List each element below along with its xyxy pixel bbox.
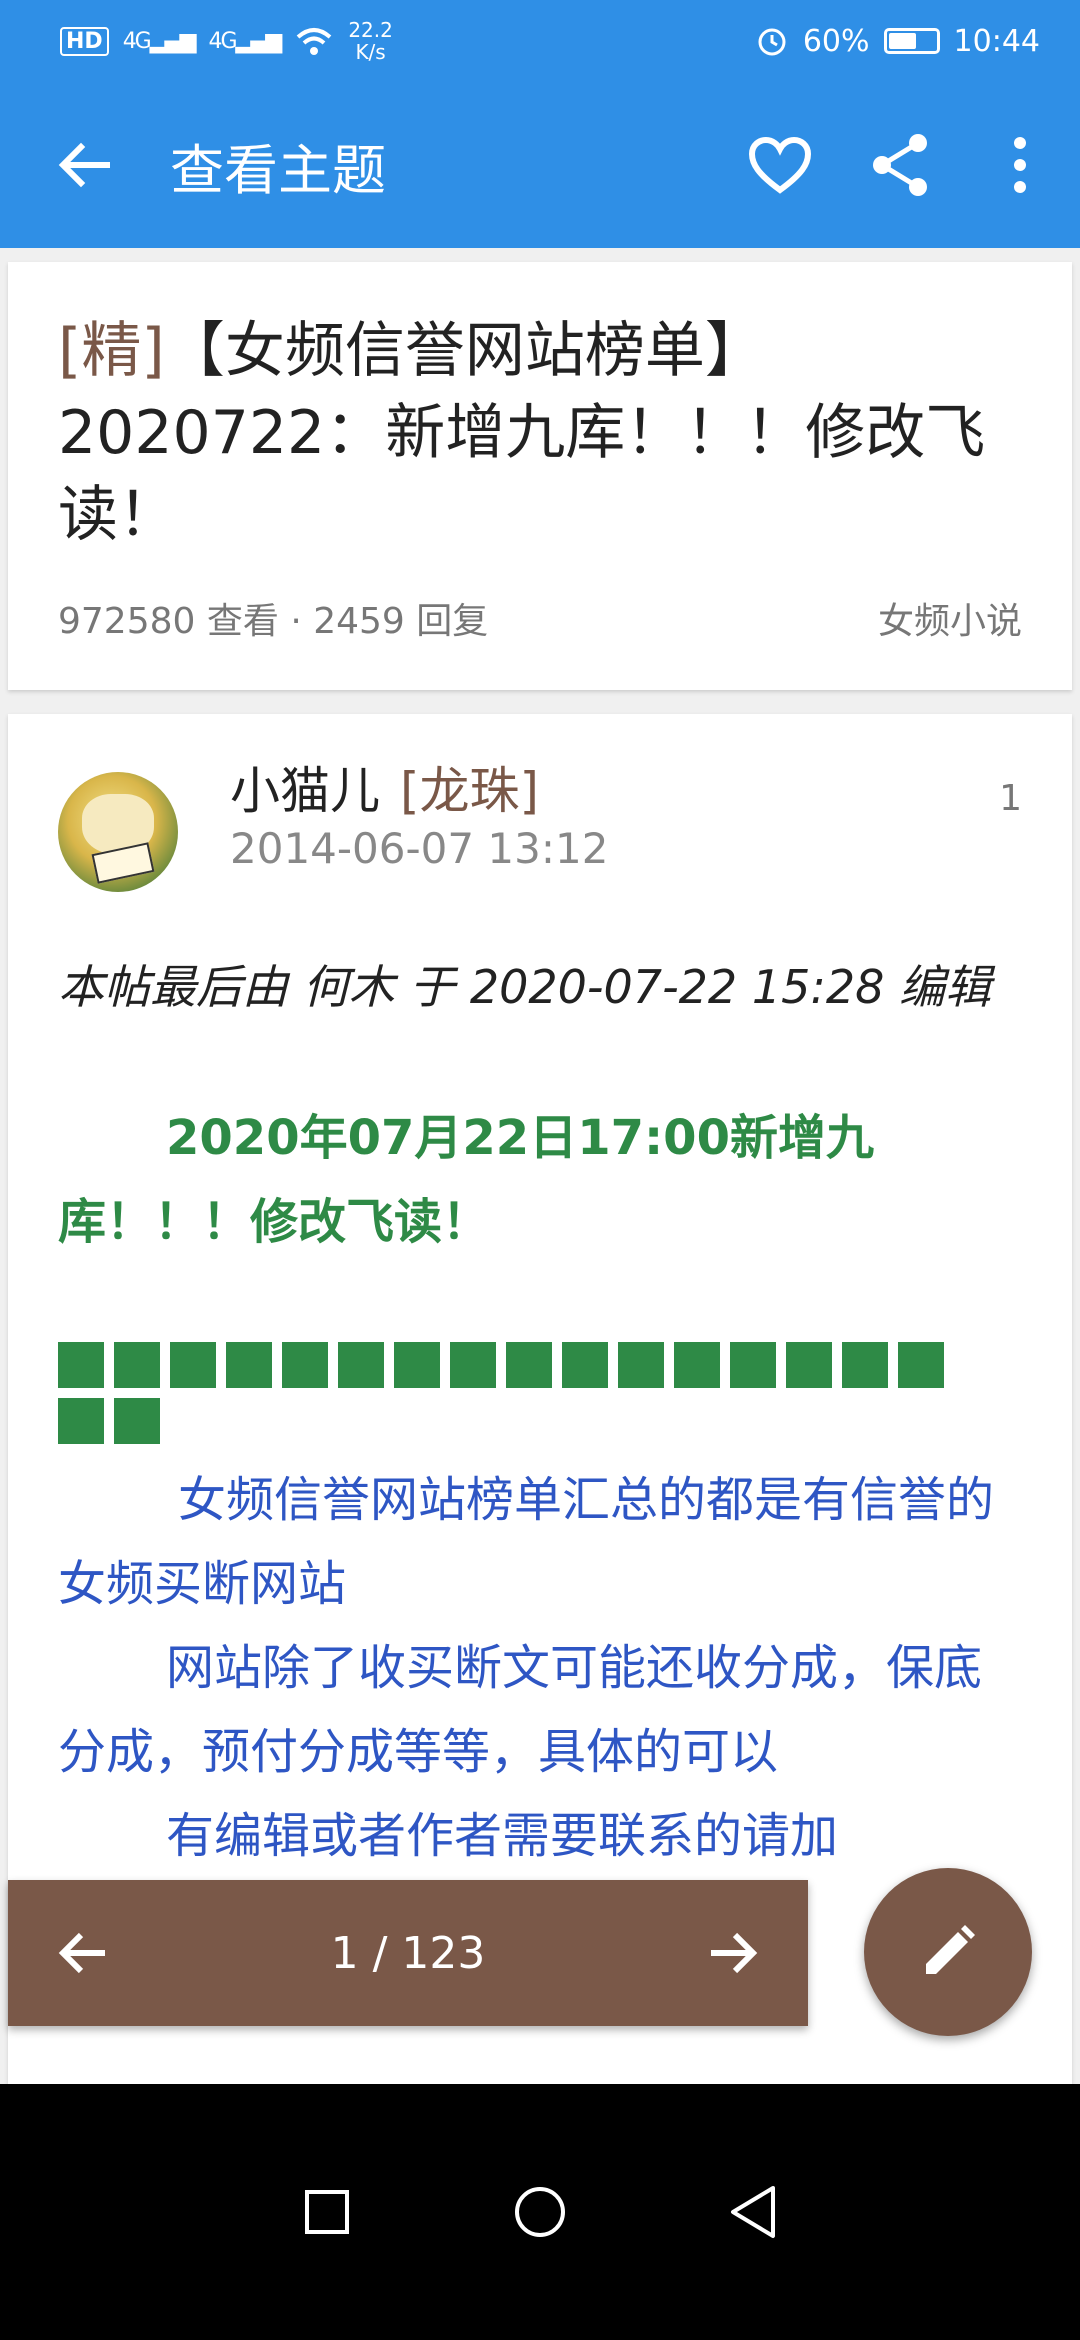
green-square	[674, 1342, 720, 1388]
signal-label-2: 4G	[208, 28, 238, 54]
topic-card: [精]【女频信誉网站榜单】2020722：新增九库！！！修改飞读！ 972580…	[8, 262, 1072, 690]
green-square	[58, 1342, 104, 1388]
wifi-icon	[296, 28, 332, 55]
more-options-button[interactable]	[960, 82, 1080, 248]
topic-stats: 972580 查看 · 2459 回复	[58, 601, 489, 642]
back-triangle-icon	[731, 2186, 776, 2238]
author-name[interactable]: 小猫儿	[230, 762, 380, 820]
network-speed: 22.2 K/s	[348, 19, 393, 63]
green-square	[394, 1342, 440, 1388]
topic-title: [精]【女频信誉网站榜单】2020722：新增九库！！！修改飞读！	[58, 310, 1022, 556]
home-button[interactable]	[490, 2162, 590, 2262]
share-button[interactable]	[840, 82, 960, 248]
topic-meta: 972580 查看 · 2459 回复 女频小说	[58, 592, 1022, 644]
back-button[interactable]	[0, 82, 170, 248]
topic-tag: [精]	[58, 316, 165, 386]
nav-back-button[interactable]	[703, 2162, 803, 2262]
page-title: 查看主题	[170, 138, 386, 202]
speed-value: 22.2	[348, 18, 393, 42]
green-square	[618, 1342, 664, 1388]
back-arrow-icon	[58, 142, 110, 188]
system-nav-bar	[0, 2084, 1080, 2340]
edit-note: 本帖最后由 何木 于 2020-07-22 15:28 编辑	[58, 960, 992, 1014]
next-page-button[interactable]	[658, 1880, 808, 2026]
next-arrow-icon	[711, 1932, 758, 1974]
recents-square-icon	[304, 2190, 349, 2234]
topic-title-text: 【女频信誉网站榜单】2020722：新增九库！！！修改飞读！	[58, 316, 986, 550]
post-date: 2014-06-07 13:12	[230, 824, 609, 873]
green-square	[114, 1342, 160, 1388]
floor-number: 1	[999, 778, 1022, 819]
app-bar: 查看主题	[0, 82, 1080, 248]
pager-bar: 1 / 123	[8, 1880, 808, 2026]
clock: 10:44	[953, 23, 1040, 59]
heart-icon	[748, 136, 812, 194]
recents-button[interactable]	[277, 2162, 377, 2262]
green-square	[450, 1342, 496, 1388]
author-block: 小猫儿 [龙珠] 2014-06-07 13:12	[230, 760, 999, 876]
green-square	[58, 1398, 104, 1444]
forum-link[interactable]: 女频小说	[878, 592, 1022, 644]
home-circle-icon	[514, 2187, 565, 2237]
alarm-icon	[758, 28, 786, 56]
pencil-icon	[926, 1925, 975, 1974]
author-rank: [龙珠]	[400, 762, 540, 820]
status-right: 60% 10:44	[755, 24, 1040, 59]
page-indicator[interactable]: 1 / 123	[331, 1928, 486, 1979]
more-vert-icon	[1014, 137, 1026, 193]
green-square	[226, 1342, 272, 1388]
paragraph: 有编辑或者作者需要联系的请加	[166, 1808, 839, 1864]
green-headline: 2020年07月22日17:00新增九库！！！修改飞读！	[58, 1110, 874, 1250]
battery-percent: 60%	[802, 23, 870, 59]
green-square	[282, 1342, 328, 1388]
paragraph: 网站除了收买断文可能还收分成，保底分成，预付分成等等，具体的可以	[58, 1640, 983, 1780]
green-square	[730, 1342, 776, 1388]
green-square-row	[58, 1342, 998, 1444]
speed-unit: K/s	[355, 40, 386, 64]
green-square	[170, 1342, 216, 1388]
green-square	[114, 1398, 160, 1444]
green-square	[506, 1342, 552, 1388]
post-header: 小猫儿 [龙珠] 2014-06-07 13:12 1	[58, 760, 1022, 910]
signal-icon: 4G▂▄▆	[122, 28, 197, 54]
signal-icon-2: 4G▂▄▆	[208, 28, 283, 54]
hd-badge: HD	[60, 26, 109, 56]
green-square	[842, 1342, 888, 1388]
avatar[interactable]	[58, 772, 178, 892]
post-body: 本帖最后由 何木 于 2020-07-22 15:28 编辑 2020年07月2…	[58, 946, 1022, 1878]
status-left: HD 4G▂▄▆ 4G▂▄▆ 22.2 K/s	[60, 19, 393, 63]
battery-fill	[888, 33, 917, 49]
green-square	[338, 1342, 384, 1388]
green-square	[562, 1342, 608, 1388]
signal-label-1: 4G	[122, 28, 152, 54]
paragraph: 女频信誉网站榜单汇总的都是有信誉的女频买断网站	[58, 1472, 995, 1612]
favorite-button[interactable]	[720, 82, 840, 248]
share-icon	[873, 134, 927, 196]
author-line: 小猫儿 [龙珠]	[230, 760, 999, 822]
reply-fab[interactable]	[864, 1868, 1032, 2036]
status-bar: HD 4G▂▄▆ 4G▂▄▆ 22.2 K/s 60% 10:44	[0, 0, 1080, 82]
prev-page-button[interactable]	[8, 1880, 158, 2026]
green-square	[898, 1342, 944, 1388]
battery-icon	[883, 28, 940, 54]
prev-arrow-icon	[58, 1932, 105, 1974]
green-square	[786, 1342, 832, 1388]
